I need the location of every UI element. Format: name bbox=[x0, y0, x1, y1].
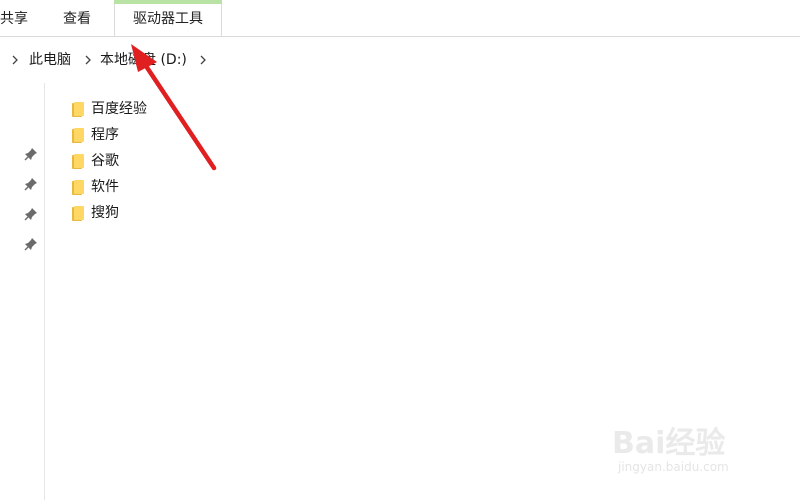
watermark-url: jingyan.baidu.com bbox=[618, 460, 729, 474]
folder-name: 程序 bbox=[91, 127, 119, 143]
tab-share[interactable]: 共享 bbox=[0, 0, 28, 36]
breadcrumb-this-pc[interactable]: 此电脑 bbox=[29, 51, 71, 69]
watermark-text: Bai经验 bbox=[612, 426, 726, 461]
pin-icon[interactable] bbox=[24, 176, 38, 191]
list-item[interactable]: 谷歌 bbox=[65, 149, 365, 173]
pin-icon[interactable] bbox=[24, 236, 38, 251]
list-item[interactable]: 程序 bbox=[65, 123, 365, 147]
folder-name: 百度经验 bbox=[91, 101, 147, 117]
tab-drive-tools-label: 驱动器工具 bbox=[133, 11, 203, 27]
active-tab-accent bbox=[114, 0, 222, 4]
chevron-right-icon[interactable] bbox=[83, 51, 93, 69]
folder-name: 搜狗 bbox=[91, 205, 119, 221]
tab-view[interactable]: 查看 bbox=[63, 0, 91, 36]
pin-icon[interactable] bbox=[24, 146, 38, 161]
folder-name: 软件 bbox=[91, 179, 119, 195]
folder-name: 谷歌 bbox=[91, 153, 119, 169]
watermark-logo: Bai经验 jingyan.baidu.com bbox=[612, 410, 782, 485]
folder-icon bbox=[72, 206, 84, 221]
folder-icon bbox=[72, 154, 84, 169]
list-item[interactable]: 百度经验 bbox=[65, 97, 365, 121]
navigation-pane bbox=[0, 83, 45, 500]
folder-icon bbox=[72, 180, 84, 195]
breadcrumb[interactable]: 此电脑 本地磁盘 (D:) bbox=[0, 37, 800, 83]
chevron-right-icon[interactable] bbox=[198, 51, 208, 69]
folder-icon bbox=[72, 102, 84, 117]
pin-icon[interactable] bbox=[24, 206, 38, 221]
ribbon-tab-bar: 共享 查看 驱动器工具 bbox=[0, 0, 800, 37]
breadcrumb-local-disk-d[interactable]: 本地磁盘 (D:) bbox=[100, 51, 187, 69]
tab-drive-tools[interactable]: 驱动器工具 bbox=[114, 0, 222, 36]
file-explorer-window: 共享 查看 驱动器工具 此电脑 本地磁盘 (D:) 百度经验 程序 谷歌 软件 … bbox=[0, 0, 800, 500]
list-item[interactable]: 搜狗 bbox=[65, 201, 365, 225]
folder-icon bbox=[72, 128, 84, 143]
list-item[interactable]: 软件 bbox=[65, 175, 365, 199]
chevron-right-icon[interactable] bbox=[10, 51, 20, 69]
